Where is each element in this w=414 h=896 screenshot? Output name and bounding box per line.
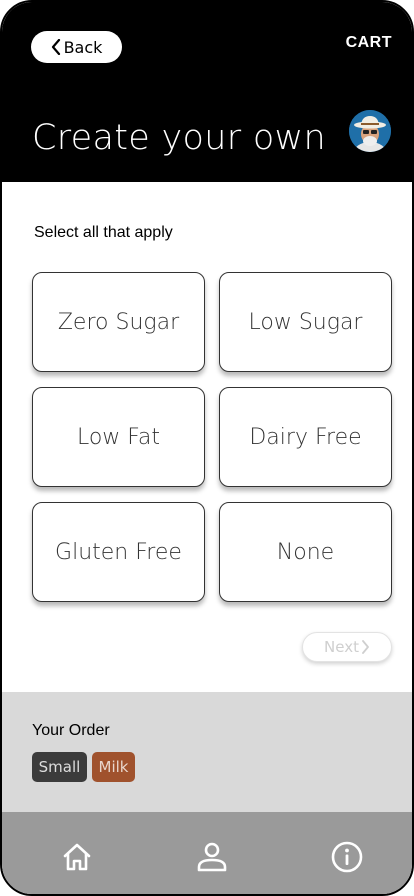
header: Back CART Create your own <box>2 2 412 182</box>
phone-frame: Back CART Create your own Select all tha… <box>0 0 414 896</box>
option-gluten-free[interactable]: Gluten Free <box>32 502 205 602</box>
next-button[interactable]: Next <box>302 632 392 662</box>
nav-home-button[interactable] <box>60 840 94 874</box>
next-label: Next <box>324 638 359 656</box>
order-chip-milk: Milk <box>92 752 135 782</box>
back-label: Back <box>63 37 103 57</box>
chevron-left-icon <box>51 39 60 55</box>
option-dairy-free[interactable]: Dairy Free <box>219 387 392 487</box>
order-chip-size: Small <box>32 752 87 782</box>
back-button[interactable]: Back <box>31 31 122 63</box>
nav-profile-button[interactable] <box>195 840 229 874</box>
prompt-text: Select all that apply <box>34 224 173 241</box>
bottom-nav <box>2 812 412 894</box>
option-low-fat[interactable]: Low Fat <box>32 387 205 487</box>
cart-link[interactable]: CART <box>346 34 392 52</box>
home-icon <box>63 843 91 871</box>
avatar[interactable] <box>349 110 391 152</box>
order-section: Your Order Small Milk <box>2 692 412 812</box>
option-none[interactable]: None <box>219 502 392 602</box>
page-title: Create your own <box>32 118 326 158</box>
avatar-image <box>349 110 391 152</box>
option-zero-sugar[interactable]: Zero Sugar <box>32 272 205 372</box>
info-icon <box>331 841 363 873</box>
user-icon <box>197 842 227 872</box>
chevron-right-icon <box>362 640 369 654</box>
option-low-sugar[interactable]: Low Sugar <box>219 272 392 372</box>
nav-info-button[interactable] <box>330 840 364 874</box>
order-title: Your Order <box>32 722 110 739</box>
